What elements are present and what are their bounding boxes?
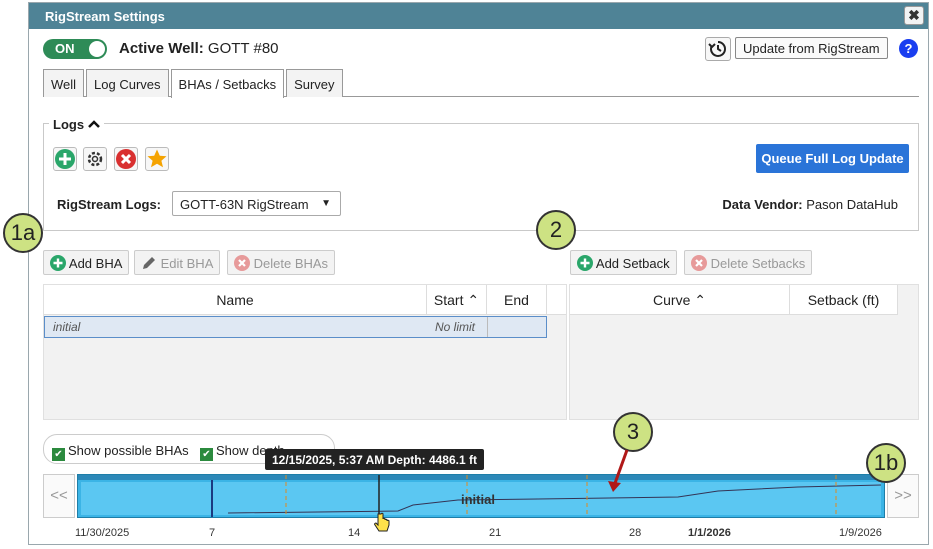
delete-bhas-button[interactable]: Delete BHAs [227, 250, 336, 275]
date-label: 1/9/2026 [839, 527, 882, 539]
column-end[interactable]: End [487, 285, 547, 315]
delete-circle-icon [234, 255, 250, 271]
logs-legend[interactable]: Logs [49, 117, 104, 132]
toggle-knob [89, 41, 105, 57]
favorite-log-button[interactable] [145, 147, 169, 171]
add-setback-button[interactable]: Add Setback [570, 250, 677, 275]
callout-2: 2 [536, 210, 576, 250]
setbacks-grid-header: Curve ⌃ Setback (ft) [570, 285, 898, 315]
add-log-button[interactable] [53, 147, 77, 171]
date-label: 7 [209, 527, 216, 539]
plus-circle-icon [55, 149, 75, 169]
active-well-label: Active Well: [119, 40, 204, 57]
data-vendor-label: Data Vendor: [722, 197, 803, 212]
timeline-bar-label: initial [461, 492, 495, 507]
setbacks-grid: Curve ⌃ Setback (ft) [569, 284, 919, 420]
active-well: Active Well: GOTT #80 [119, 40, 279, 57]
plus-circle-icon [577, 255, 593, 271]
history-button[interactable] [705, 37, 731, 61]
delete-circle-icon [116, 149, 136, 169]
rigstream-logs-value: GOTT-63N RigStream [180, 197, 309, 212]
close-icon[interactable]: ✖ [904, 6, 924, 25]
row-start: No limit [435, 320, 476, 334]
toggle-label: ON [55, 41, 75, 56]
help-icon[interactable]: ? [899, 39, 918, 58]
data-vendor: Data Vendor: Pason DataHub [722, 197, 898, 212]
settings-dialog: RigStream Settings ✖ ON Active Well: GOT… [28, 2, 929, 545]
rigstream-logs-select[interactable]: GOTT-63N RigStream ▼ [172, 191, 341, 216]
queue-full-log-update-button[interactable]: Queue Full Log Update [756, 144, 909, 173]
hand-cursor-icon [374, 512, 390, 532]
delete-bhas-label: Delete BHAs [253, 256, 329, 271]
rigstream-logs-label: RigStream Logs: [57, 197, 162, 212]
window-title: RigStream Settings [45, 9, 165, 24]
update-from-rigstream-button[interactable]: Update from RigStream [735, 37, 888, 59]
delete-circle-icon [691, 255, 707, 271]
column-start[interactable]: Start ⌃ [427, 285, 487, 315]
column-setback[interactable]: Setback (ft) [790, 285, 898, 315]
date-label: 11/30/2025 [75, 527, 130, 539]
tab-survey[interactable]: Survey [286, 69, 343, 97]
timeline-top-band [78, 475, 884, 480]
callout-1b: 1b [866, 443, 906, 483]
show-possible-bhas-checkbox[interactable]: ✔ Show possible BHAs [52, 443, 189, 461]
active-toggle[interactable]: ON [43, 39, 107, 59]
pencil-icon [143, 257, 155, 269]
logs-legend-label: Logs [53, 117, 85, 132]
active-well-value: GOTT #80 [207, 40, 279, 57]
tab-well[interactable]: Well [43, 69, 85, 97]
row-name: initial [53, 320, 81, 334]
date-label: 21 [489, 527, 502, 539]
log-settings-button[interactable] [83, 147, 107, 171]
timeline-tooltip: 12/15/2025, 5:37 AM Depth: 4486.1 ft [265, 449, 484, 470]
delete-setbacks-label: Delete Setbacks [710, 256, 806, 271]
caret-down-icon: ▼ [321, 198, 331, 209]
delete-setbacks-button[interactable]: Delete Setbacks [684, 250, 813, 275]
tab-log-curves[interactable]: Log Curves [86, 69, 169, 97]
column-curve[interactable]: Curve ⌃ [570, 285, 790, 315]
show-bhas-label: Show possible BHAs [68, 443, 189, 458]
tab-bhas-setbacks[interactable]: BHAs / Setbacks [170, 69, 285, 98]
window-titlebar: RigStream Settings ✖ [29, 3, 928, 29]
row-divider [487, 317, 488, 337]
callout-1a: 1a [3, 213, 43, 253]
date-label: 1/1/2026 [688, 527, 731, 539]
add-setback-label: Add Setback [595, 256, 670, 271]
check-icon: ✔ [200, 448, 213, 461]
bha-grid-header: Name Start ⌃ End [44, 285, 566, 315]
edit-bha-button[interactable]: Edit BHA [134, 250, 221, 275]
star-icon [147, 149, 167, 168]
gear-icon [87, 151, 103, 167]
edit-bha-label: Edit BHA [160, 256, 214, 271]
check-icon: ✔ [52, 448, 65, 461]
data-vendor-value: Pason DataHub [806, 197, 898, 212]
bha-grid: Name Start ⌃ End initial No limit [43, 284, 567, 420]
column-name[interactable]: Name [44, 285, 427, 315]
delete-log-button[interactable] [114, 147, 138, 171]
plus-circle-icon [50, 255, 66, 271]
date-label: 14 [348, 527, 361, 539]
bha-timeline[interactable]: initial [77, 474, 885, 518]
tab-bar: Well Log Curves BHAs / Setbacks Survey [43, 69, 919, 98]
add-bha-button[interactable]: Add BHA [43, 250, 130, 275]
callout-arrow [608, 449, 629, 492]
chevron-up-icon [87, 120, 100, 128]
table-row[interactable]: initial No limit [44, 316, 547, 338]
history-icon [708, 41, 726, 57]
timeline-prev-button[interactable]: << [43, 474, 75, 518]
add-bha-label: Add BHA [68, 256, 123, 271]
date-label: 28 [629, 527, 642, 539]
